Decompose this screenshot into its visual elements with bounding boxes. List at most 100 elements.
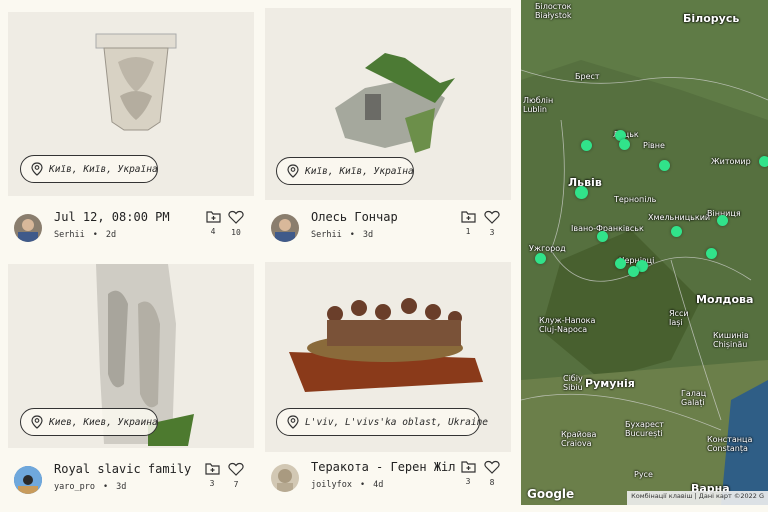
save-to-collection-button[interactable]: 1 [459,210,477,236]
map-label-cluj: Клуж-Напока Cluj-Napoca [539,316,596,334]
location-pin-icon [287,164,299,178]
feed-card[interactable]: Київ, Київ, Україна Олесь Гончар Serhii •… [265,8,511,248]
card-meta: Олесь Гончар Serhii • 3d 1 3 [265,208,511,252]
google-logo[interactable]: Google [527,487,574,501]
map-label-romania: Румунія [585,377,635,390]
like-count: 8 [489,478,495,487]
location-pill[interactable]: Київ, Київ, Україна [276,157,414,185]
folder-plus-icon [205,211,221,223]
map-label-bialystok: Білосток Białystok [535,2,572,20]
map-label-chisinau: Кишинів Chișinău [713,331,749,349]
like-count: 10 [231,228,241,237]
avatar-image [275,219,295,242]
avatar[interactable] [271,214,299,242]
post-author: yaro_pro • 3d [54,482,126,492]
map-marker[interactable] [659,160,670,171]
folder-plus-icon [204,463,220,475]
save-count: 3 [465,477,471,486]
username[interactable]: joilyfox [311,480,352,490]
username[interactable]: yaro_pro [54,482,95,492]
post-age: 3d [362,230,374,240]
feed-card[interactable]: Київ, Київ, Україна Jul 12, 08:00 PM Ser… [8,12,254,248]
map-label-sibiu: Сібіу Sibiu [563,374,583,392]
avatar[interactable] [14,214,42,242]
map-label-ternopil: Тернопіль [614,195,657,204]
save-count: 3 [209,479,215,488]
card-meta: Jul 12, 08:00 PM Serhii • 2d 4 10 [8,208,254,252]
separator-dot: • [102,482,109,492]
location-label: Київ, Київ, Україна [305,165,414,177]
location-pin-icon [31,415,43,429]
map-label-zhytomyr: Житомир [711,157,751,166]
separator-dot: • [349,230,355,240]
photo-feed: Київ, Київ, Україна Jul 12, 08:00 PM Ser… [0,0,520,512]
username[interactable]: Serhii [54,230,85,240]
post-title[interactable]: Royal slavic family [54,462,194,476]
save-to-collection-button[interactable]: 4 [204,210,222,236]
map-label-rivne: Рівне [643,141,665,150]
like-count: 7 [233,480,239,489]
map-label-khmelnytskyi: Хмельницький [648,213,711,222]
post-title[interactable]: Олесь Гончар [311,210,451,224]
separator-dot: • [92,230,98,240]
map-marker[interactable] [628,266,639,277]
map-attribution[interactable]: Комбінації клавіш | Дані карт ©2022 G [627,491,768,505]
map-label-lublin: Люблін Lublin [523,96,554,114]
location-pill[interactable]: L'viv, L'vivs'ka oblast, Ukraine [276,408,488,436]
location-pill[interactable]: Київ, Київ, Україна [20,155,158,183]
feed-card[interactable]: L'viv, L'vivs'ka oblast, Ukraine Теракот… [265,262,511,508]
map-marker[interactable] [671,226,682,237]
map-marker[interactable] [597,231,608,242]
map-marker[interactable] [759,156,768,167]
like-button[interactable]: 8 [483,460,501,487]
avatar-image [277,469,293,492]
post-author: Serhii • 3d [311,230,373,240]
post-title[interactable]: Jul 12, 08:00 PM [54,210,194,224]
post-age: 4d [373,480,384,490]
map-label-bucharest: Бухарест București [625,420,664,438]
save-count: 1 [465,227,471,236]
separator-dot: • [359,480,366,490]
heart-icon [484,460,500,474]
map-marker[interactable] [581,140,592,151]
save-to-collection-button[interactable]: 3 [203,462,221,488]
map-panel[interactable]: Білосток Białystok Білорусь Брест Люблін… [521,0,768,505]
map-label-belarus: Білорусь [683,12,740,25]
map-marker[interactable] [575,186,588,199]
map-label-iasi: Ясси Iași [669,309,689,327]
map-label-uzhhorod: Ужгород [529,244,566,253]
post-author: Serhii • 2d [54,230,116,240]
map-label-galati: Галац Galați [681,389,707,407]
map-marker[interactable] [615,258,626,269]
map-marker[interactable] [535,253,546,264]
location-pill[interactable]: Киев, Киев, Украина [20,408,158,436]
location-label: Киев, Киев, Украина [49,416,158,428]
folder-plus-icon [460,211,476,223]
map-marker[interactable] [619,139,630,150]
avatar[interactable] [271,464,299,492]
like-count: 3 [489,228,495,237]
location-pin-icon [31,162,43,176]
username[interactable]: Serhii [311,230,342,240]
card-meta: Теракота - Герен Жіль joilyfox • 4d 3 8 [265,458,511,502]
map-marker[interactable] [717,215,728,226]
map-label-constanta: Констанца Constanța [707,435,753,453]
card-meta: Royal slavic family yaro_pro • 3d 3 7 [8,460,254,504]
like-button[interactable]: 7 [227,462,245,489]
save-to-collection-button[interactable]: 3 [459,460,477,486]
bottom-strip [0,505,768,512]
avatar[interactable] [14,466,42,494]
like-button[interactable]: 3 [483,210,501,237]
map-label-craiova: Крайова Craiova [561,430,597,448]
map-label-moldova: Молдова [696,293,754,306]
save-count: 4 [210,227,216,236]
avatar-image [14,466,42,494]
heart-icon [484,210,500,224]
post-title[interactable]: Теракота - Герен Жіль [311,460,455,474]
heart-icon [228,462,244,476]
post-age: 2d [105,230,117,240]
feed-card[interactable]: Киев, Киев, Украина Royal slavic family … [8,264,254,508]
heart-icon [228,210,244,224]
like-button[interactable]: 10 [227,210,245,237]
map-marker[interactable] [706,248,717,259]
